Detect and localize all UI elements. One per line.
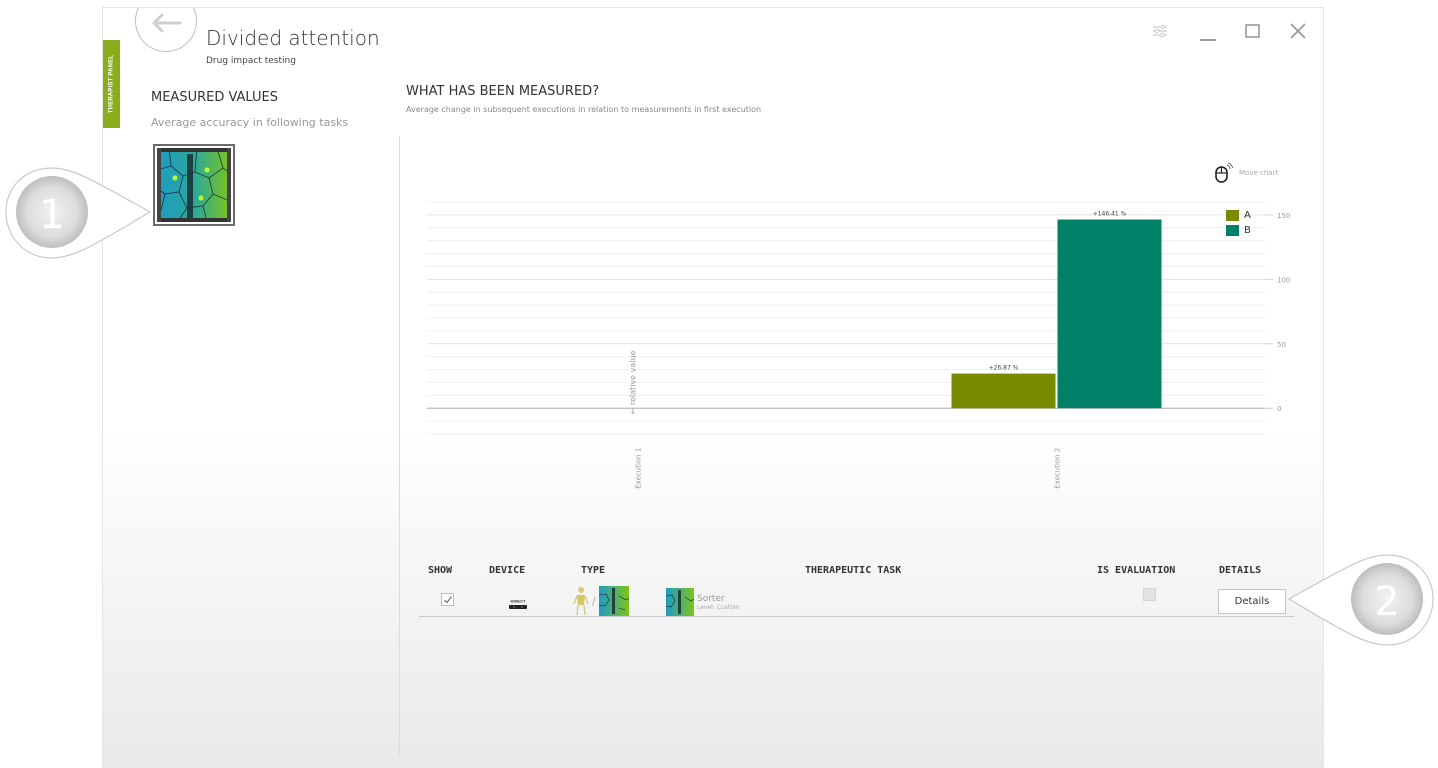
task-thumbnail-sorter[interactable] [153, 144, 235, 226]
move-chart-label: Move chart [1239, 169, 1279, 177]
minimize-icon[interactable] [1193, 16, 1223, 46]
sorter-task-icon [666, 588, 694, 616]
legend-label-a: A [1244, 210, 1251, 221]
show-checkbox[interactable] [441, 593, 454, 606]
col-header-device: DEVICE [489, 565, 526, 576]
chart-y-tick-label: 50 [1277, 341, 1286, 349]
chart-bar [951, 373, 1056, 409]
chart-y-axis-label: ← relative value [629, 350, 638, 414]
callout-marker-1: 1 [5, 167, 152, 259]
therapist-panel-tab[interactable]: THERAPIST PANEL [103, 40, 120, 128]
maximize-icon[interactable] [1238, 16, 1268, 46]
legend-item-a[interactable]: A [1226, 208, 1251, 223]
chart-y-tick-label: 100 [1277, 276, 1290, 284]
chart-y-tick-label: 150 [1277, 212, 1290, 220]
therapist-panel-label: THERAPIST PANEL [108, 54, 115, 114]
chart-data-label: +146.41 % [1093, 211, 1127, 218]
chart-data-label: +26.87 % [989, 365, 1019, 372]
sorter-task-image [156, 147, 232, 223]
chart-x-tick-label: Execution 1 [635, 448, 643, 489]
measured-heading: WHAT HAS BEEN MEASURED? [406, 84, 600, 99]
kinect-device-icon: KINECT [506, 595, 530, 614]
chart-y-tick-label: 0 [1277, 405, 1281, 413]
col-header-evaluation: IS EVALUATION [1097, 565, 1176, 576]
col-header-task: THERAPEUTIC TASK [805, 565, 902, 576]
task-type-image [598, 586, 629, 616]
legend-item-b[interactable]: B [1226, 223, 1251, 238]
callout-number-1: 1 [39, 192, 64, 238]
bar-chart[interactable]: 0 50 100 150 Execution 1 Execution 2 +26.87 % +… [423, 188, 1303, 518]
task-level: Level: Custom [697, 603, 740, 611]
kinect-label: KINECT [511, 599, 526, 604]
mouse-icon [1215, 162, 1233, 183]
col-header-details: DETAILS [1219, 565, 1262, 576]
chart-bar [1057, 219, 1162, 409]
task-name: Sorter [697, 593, 725, 604]
legend-swatch-b [1226, 225, 1239, 236]
page-subtitle: Drug impact testing [206, 56, 296, 66]
col-header-show: SHOW [428, 565, 453, 576]
measured-subheading: Average change in subsequent executions … [406, 105, 762, 114]
page-title: Divided attention [206, 26, 380, 50]
callout-marker-2: 2 [1287, 554, 1434, 646]
chart-legend: A B [1226, 208, 1251, 238]
back-button[interactable] [135, 8, 197, 52]
legend-swatch-a [1226, 210, 1239, 221]
arrow-left-icon [152, 13, 182, 33]
chart-x-tick-label: Execution 2 [1054, 448, 1062, 489]
type-cell: / [573, 586, 629, 616]
therapeutic-task-cell: Sorter Level: Custom [666, 588, 740, 616]
app-window: THERAPIST PANEL Divided attention Drug i… [103, 8, 1323, 768]
panel-divider [399, 136, 400, 756]
details-button[interactable]: Details [1218, 589, 1286, 614]
measured-values-heading: MEASURED VALUES [151, 90, 279, 105]
person-figure-icon [573, 587, 589, 616]
callout-number-2: 2 [1374, 579, 1399, 625]
move-chart-hint: Move chart [1213, 162, 1278, 184]
is-evaluation-checkbox[interactable] [1143, 588, 1156, 601]
type-separator: / [592, 594, 596, 608]
row-divider [419, 616, 1294, 617]
checkmark-icon [444, 596, 452, 604]
close-icon[interactable] [1283, 16, 1313, 46]
measured-values-subheading: Average accuracy in following tasks [151, 116, 349, 129]
legend-label-b: B [1244, 225, 1251, 236]
settings-sliders-icon[interactable] [1145, 16, 1175, 46]
col-header-type: TYPE [581, 565, 606, 576]
